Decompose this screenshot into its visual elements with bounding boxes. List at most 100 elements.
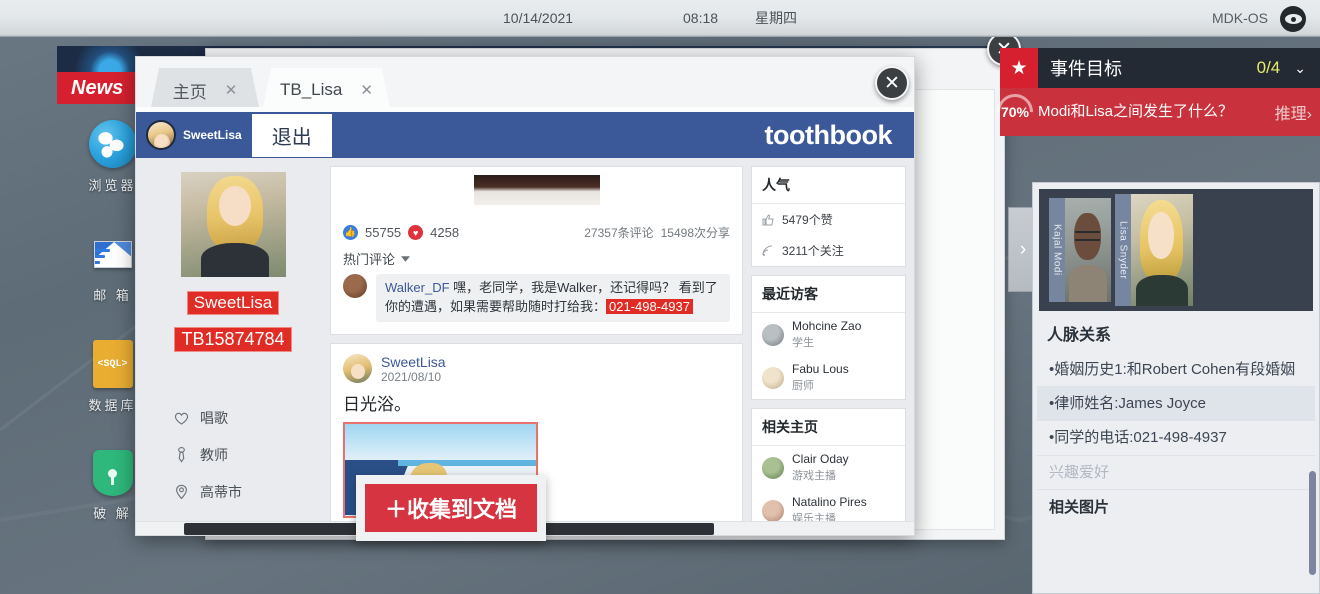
browser-tabstrip: 主页 ✕ TB_Lisa ✕	[135, 56, 915, 112]
collect-to-document-button[interactable]: ＋收集到文档	[365, 484, 537, 532]
character-card-modi[interactable]: Kajal Modi	[1049, 198, 1111, 302]
post-top-image	[474, 175, 600, 205]
profile-meta-city: 高蒂市	[174, 482, 322, 502]
character-info-panel: Kajal Modi Lisa Snyder 人脉关系 •婚姻历史1:和Robe…	[1032, 182, 1320, 594]
visitor-name: Mohcine Zao	[792, 319, 861, 334]
browser-viewport: SweetLisa 退出 toothbook SweetLisa TB15874…	[135, 112, 915, 536]
popularity-likes-row: 5479个赞	[752, 204, 905, 235]
post-bottom-author[interactable]: SweetLisa	[381, 354, 446, 370]
profile-hobby-label: 唱歌	[200, 408, 228, 428]
post-top-likes: 55755	[365, 225, 401, 240]
avatar	[762, 367, 784, 389]
eye-icon	[1280, 6, 1306, 32]
shield-key-icon	[93, 450, 133, 496]
close-icon[interactable]: ✕	[225, 81, 238, 99]
mail-icon	[89, 230, 137, 278]
tab-tb-lisa[interactable]: TB_Lisa ✕	[262, 68, 391, 112]
post-bottom-header: SweetLisa 2021/08/10	[331, 344, 742, 390]
scrollbar-thumb[interactable]	[1309, 471, 1316, 575]
list-item[interactable]: •同学的电话:021-498-4937	[1037, 421, 1315, 455]
post-top-stats: 👍 55755 ♥ 4258 27357条评论 15498次分享	[331, 215, 742, 241]
system-weekday: 星期四	[755, 8, 797, 28]
list-item[interactable]: Natalino Pires 娱乐主播	[752, 489, 905, 521]
profile-photo	[181, 172, 286, 277]
comment-phone[interactable]: 021-498-4937	[606, 299, 693, 314]
toothbook-navbar: SweetLisa 退出 toothbook	[136, 112, 914, 158]
toothbook-brand: toothbook	[765, 120, 892, 151]
system-date: 10/14/2021	[503, 10, 573, 26]
list-item[interactable]: Mohcine Zao 学生	[752, 313, 905, 356]
post-top-image-wrap	[331, 167, 742, 215]
chevron-down-icon	[401, 256, 410, 262]
sql-glyph: <SQL>	[97, 359, 127, 370]
feed-column: 👍 55755 ♥ 4258 27357条评论 15498次分享 热门评论	[330, 166, 743, 513]
sql-file-icon: <SQL>	[93, 340, 133, 388]
popularity-follow-label: 3211个关注	[782, 242, 844, 259]
post-bottom-text: 日光浴。	[331, 390, 742, 422]
related-pages-card: 相关主页 Clair Oday 游戏主播 Natalino Pires 娱乐主播	[751, 408, 906, 521]
avatar	[146, 120, 176, 150]
browser-window: 主页 ✕ TB_Lisa ✕ ✕ SweetLisa 退出 toothbook …	[135, 56, 915, 536]
objective-count: 0/4	[1257, 58, 1281, 78]
toothbook-page: SweetLisa TB15874784 唱歌 教师	[136, 158, 914, 521]
related-page-role: 游戏主播	[792, 467, 849, 483]
current-user-name: SweetLisa	[183, 128, 242, 142]
rss-icon	[762, 245, 774, 257]
close-icon[interactable]: ✕	[875, 66, 909, 100]
avatar	[343, 274, 367, 298]
hot-comments-toggle[interactable]: 热门评论	[331, 241, 742, 274]
related-page-meta: Natalino Pires 娱乐主播	[792, 495, 867, 521]
objective-task-row[interactable]: 70% Modi和Lisa之间发生了什么？ 推理›	[1000, 88, 1320, 136]
character-card-lisa[interactable]: Lisa Snyder	[1115, 194, 1193, 306]
system-topbar: 10/14/2021 08:18 星期四 MDK-OS	[0, 0, 1320, 37]
collect-popover: ＋收集到文档	[356, 475, 546, 541]
related-pages-title: 相关主页	[752, 409, 905, 446]
deduce-button[interactable]: 推理›	[1275, 100, 1312, 124]
list-item-empty: 兴趣爱好	[1037, 456, 1315, 490]
related-page-name: Clair Oday	[792, 452, 849, 467]
profile-meta: 唱歌 教师 高蒂市	[144, 408, 322, 502]
character-name-lisa: Lisa Snyder	[1115, 194, 1131, 306]
chevron-down-icon[interactable]: ⌄	[1294, 60, 1306, 77]
tab-tb-lisa-label: TB_Lisa	[280, 80, 342, 100]
profile-column: SweetLisa TB15874784 唱歌 教师	[144, 166, 322, 513]
os-name: MDK-OS	[1212, 10, 1268, 26]
visitor-meta: Fabu Lous 厨师	[792, 362, 849, 393]
list-item[interactable]: •婚姻历史1:和Robert Cohen有段婚姻	[1037, 353, 1315, 387]
thumb-up-icon: 👍	[343, 225, 358, 240]
related-page-meta: Clair Oday 游戏主播	[792, 452, 849, 483]
toothbook-sidebar: 人气 5479个赞 3211个关注 最近访客 Moh	[751, 166, 906, 513]
heart-icon: ♥	[408, 225, 423, 240]
list-item[interactable]: •律师姓名:James Joyce	[1037, 387, 1315, 421]
post-card-top: 👍 55755 ♥ 4258 27357条评论 15498次分享 热门评论	[330, 166, 743, 335]
logout-button[interactable]: 退出	[252, 114, 332, 157]
recent-visitors-card: 最近访客 Mohcine Zao 学生 Fabu Lous 厨师	[751, 275, 906, 400]
location-icon	[174, 484, 189, 500]
profile-city-label: 高蒂市	[200, 482, 242, 502]
related-images-title: 相关图片	[1037, 490, 1315, 525]
profile-id: TB15874784	[174, 327, 291, 352]
task-progress-value: 70%	[1001, 104, 1029, 120]
hot-comments-label: 热门评论	[343, 249, 395, 268]
avatar	[762, 457, 784, 479]
tab-home-label: 主页	[173, 78, 207, 103]
tie-icon	[174, 447, 189, 463]
popularity-likes-label: 5479个赞	[782, 211, 833, 228]
heart-icon	[174, 411, 189, 425]
profile-job-label: 教师	[200, 445, 228, 465]
objective-header: ★ 事件目标 0/4 ⌄	[1000, 48, 1320, 88]
post-top-shares: 15498次分享	[661, 224, 730, 241]
popularity-follow-row: 3211个关注	[752, 235, 905, 266]
comment-item: Walker_DF 嘿，老同学，我是Walker，还记得吗？ 看到了你的遭遇，如…	[331, 274, 742, 334]
close-icon[interactable]: ✕	[360, 81, 373, 99]
visitor-role: 厨师	[792, 377, 849, 393]
task-text: Modi和Lisa之间发生了什么？	[1038, 103, 1275, 121]
tab-home[interactable]: 主页 ✕	[150, 68, 260, 112]
list-item[interactable]: Fabu Lous 厨师	[752, 356, 905, 399]
relations-list: •婚姻历史1:和Robert Cohen有段婚姻 •律师姓名:James Joy…	[1033, 353, 1319, 593]
popularity-card: 人气 5479个赞 3211个关注	[751, 166, 906, 267]
profile-meta-hobby: 唱歌	[174, 408, 322, 428]
comment-author[interactable]: Walker_DF	[385, 280, 450, 295]
list-item[interactable]: Clair Oday 游戏主播	[752, 446, 905, 489]
popularity-title: 人气	[752, 167, 905, 204]
